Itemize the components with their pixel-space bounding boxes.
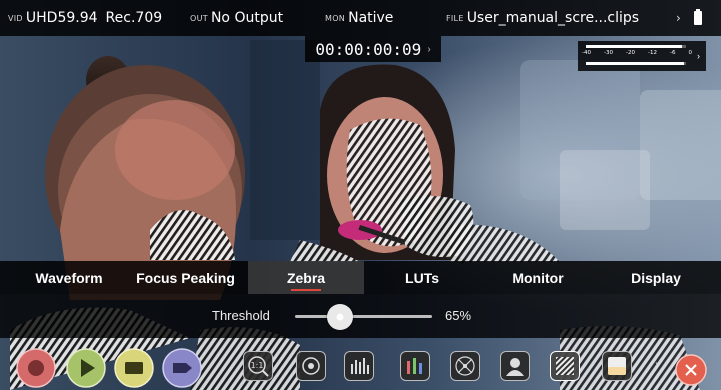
tab-luts[interactable]: LUTs [364, 261, 480, 294]
level-fill [586, 62, 684, 65]
mon-value: Native [348, 10, 394, 26]
blue-only-icon [608, 357, 626, 375]
vectorscope-button[interactable] [450, 351, 480, 381]
level-fill [586, 45, 682, 48]
false-color-button[interactable] [500, 351, 530, 381]
blue-only-button[interactable] [602, 351, 632, 381]
focus-peaking-button[interactable] [296, 351, 326, 381]
tag-icon [162, 348, 202, 388]
threshold-slider-track[interactable] [295, 315, 432, 318]
tab-display[interactable]: Display [596, 261, 716, 294]
out-value: No Output [210, 10, 284, 26]
threshold-label: Threshold [212, 308, 270, 323]
battery-icon [694, 9, 702, 25]
play-button[interactable] [66, 348, 106, 388]
record-icon [16, 348, 56, 388]
chevron-right-icon[interactable]: › [676, 0, 681, 36]
one-to-one-button[interactable]: 1:1 [243, 351, 273, 381]
play-icon [66, 348, 106, 388]
threshold-value: 65% [445, 308, 472, 323]
waveform-icon [351, 358, 369, 374]
zebra-settings: Threshold 65% [0, 294, 721, 338]
timecode-display[interactable]: 00:00:00:09 › [305, 36, 441, 62]
rgb-parade-icon [407, 358, 422, 374]
chevron-right-icon[interactable]: › [655, 356, 660, 372]
output-status[interactable]: OUT No Output [190, 0, 283, 36]
video-input-status[interactable]: VID UHD59.94 Rec.709 [8, 0, 162, 36]
zebra-button[interactable] [550, 351, 580, 381]
menu-tabs: Waveform Focus Peaking Zebra LUTs Monito… [0, 261, 721, 294]
tab-monitor[interactable]: Monitor [480, 261, 596, 294]
monitor-status[interactable]: MON Native [325, 0, 393, 36]
audio-meter[interactable]: -40 -30 -20 -12 -6 0 › [578, 41, 706, 71]
zebra-icon [556, 357, 574, 375]
vid-tag: VID [8, 13, 23, 23]
monitor-mode-button[interactable] [114, 348, 154, 388]
meter-scale-label: -6 [670, 50, 676, 56]
tab-waveform[interactable]: Waveform [15, 261, 123, 294]
meter-scale-label: -20 [626, 50, 635, 56]
meter-scale-label: -30 [604, 50, 613, 56]
rgb-parade-button[interactable] [400, 351, 430, 381]
vid-format: UHD59.94 [25, 10, 98, 26]
out-tag: OUT [190, 13, 208, 23]
tag-button[interactable] [162, 348, 202, 388]
file-tag: FILE [446, 13, 464, 23]
audio-meter-channel-1 [586, 45, 686, 48]
svg-text:1:1: 1:1 [251, 361, 264, 370]
meter-scale-label: 0 [688, 50, 693, 56]
monitor-icon [114, 348, 154, 388]
false-color-icon [506, 358, 524, 376]
tab-zebra[interactable]: Zebra [248, 261, 364, 294]
chevron-right-icon: › [427, 43, 431, 55]
status-bar: VID UHD59.94 Rec.709 OUT No Output MON N… [0, 0, 721, 36]
close-icon [675, 354, 707, 386]
record-button[interactable] [16, 348, 56, 388]
mon-tag: MON [325, 13, 346, 23]
vid-colorspace: Rec.709 [105, 10, 163, 26]
file-value: User_manual_scre...clips [466, 10, 640, 26]
file-status[interactable]: FILE User_manual_scre...clips [446, 0, 639, 36]
waveform-button[interactable] [344, 351, 374, 381]
tab-focus-peaking[interactable]: Focus Peaking [123, 261, 248, 294]
vectorscope-icon [455, 356, 475, 376]
close-button[interactable] [675, 354, 707, 386]
timecode-value: 00:00:00:09 [315, 39, 422, 59]
threshold-slider-handle[interactable] [327, 304, 354, 330]
focus-peaking-icon [302, 357, 320, 375]
magnify-1to1-icon: 1:1 [248, 356, 269, 377]
chevron-right-icon: › [697, 51, 700, 61]
meter-scale-label: -40 [582, 50, 591, 56]
meter-scale-label: -12 [648, 50, 657, 56]
meter-scale: -40 -30 -20 -12 -6 0 [582, 50, 692, 56]
audio-meter-channel-2 [586, 62, 686, 65]
